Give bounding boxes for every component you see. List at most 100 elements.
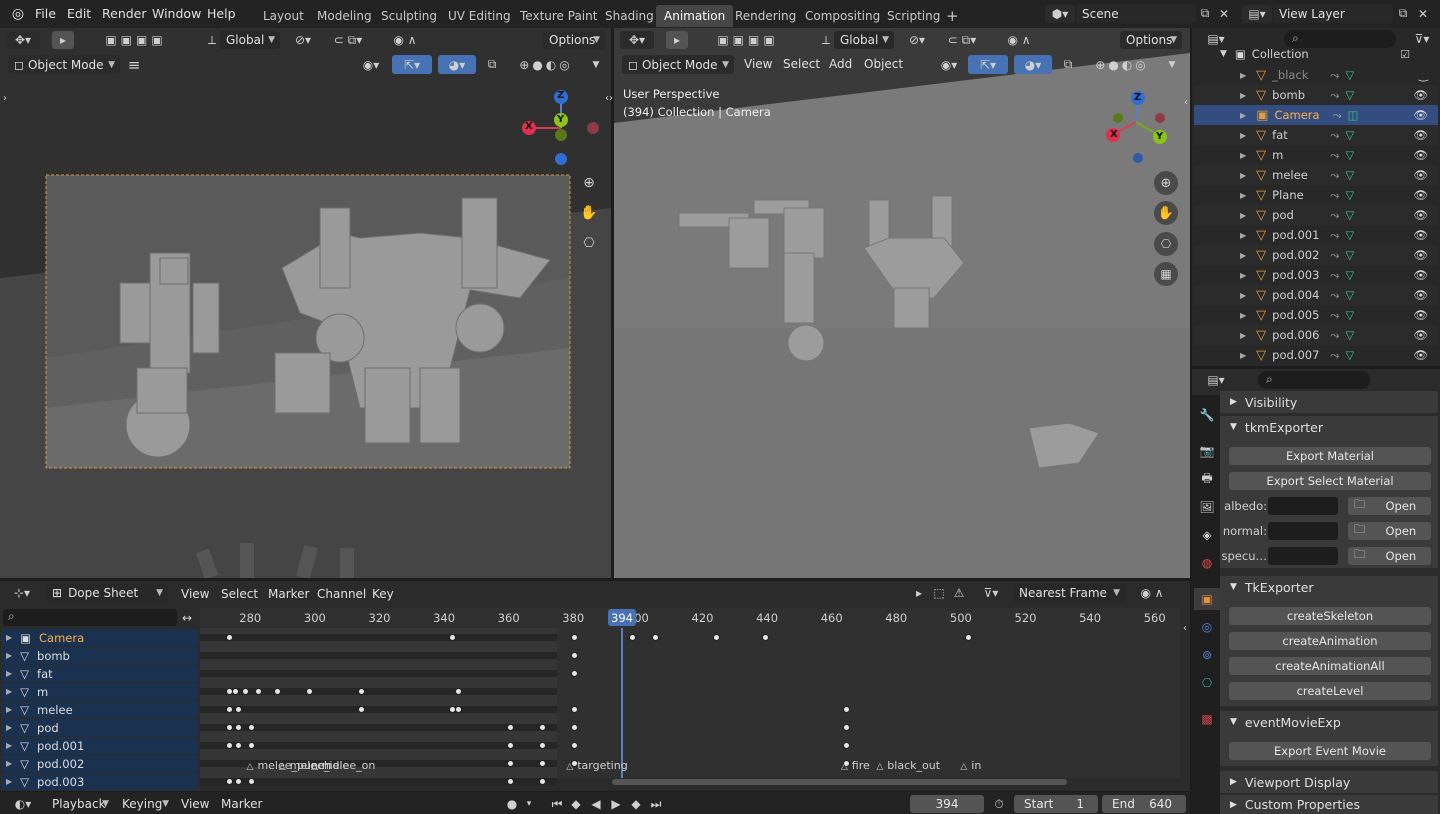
start-frame-field[interactable]: Start 1 <box>1014 795 1098 813</box>
selection-mode-icons[interactable]: ▣▣▣▣ <box>88 31 184 49</box>
timeline-marker[interactable]: △ targeting <box>566 759 627 773</box>
export-select-material-button[interactable]: Export Select Material <box>1229 472 1431 490</box>
blender-logo-icon[interactable]: ◎ <box>8 5 28 23</box>
data-props-tab-icon[interactable]: ⎔ <box>1197 673 1217 693</box>
dopesheet-channel[interactable]: ▶ ▽ m <box>2 683 198 700</box>
select-tool-right-icon[interactable]: ▸ <box>666 31 688 49</box>
jump-end-icon[interactable]: ⏭ <box>647 795 665 813</box>
jump-prev-keyframe-icon[interactable]: ◆ <box>567 795 585 813</box>
channel-expand-icon[interactable]: ▶ <box>6 669 12 678</box>
channel-expand-icon[interactable]: ▶ <box>6 633 12 642</box>
channel-expand-icon[interactable]: ▶ <box>6 723 12 732</box>
snap-mode-select[interactable]: Nearest Frame ▼ <box>1013 584 1125 602</box>
export-event-movie-button[interactable]: Export Event Movie <box>1229 742 1431 760</box>
outliner-item[interactable]: ▶ ▽ m ⤳ ▽ 👁 <box>1194 145 1438 165</box>
tab-animation[interactable]: Animation <box>656 5 734 27</box>
auto-keying-options-icon[interactable]: ▾ <box>522 795 536 813</box>
shading-options-icon[interactable]: ▼ <box>588 55 604 74</box>
outliner-item[interactable]: ▶ ▽ bomb ⤳ ▽ 👁 <box>1194 85 1438 105</box>
add-workspace-button[interactable]: + <box>938 5 967 27</box>
show-hidden-icon[interactable]: ⬚ <box>930 584 948 602</box>
camera-view-right-icon[interactable]: ⎔ <box>1154 232 1178 256</box>
outliner-item[interactable]: ▶ ▽ pod.004 ⤳ ▽ 👁 <box>1194 285 1438 305</box>
filters-icon[interactable]: ⊽▾ <box>974 584 1008 602</box>
keyframe-dot[interactable] <box>506 742 514 749</box>
dopesheet-menu-channel[interactable]: Channel <box>317 587 366 601</box>
outliner-item[interactable]: ▶ ▽ _black ⤳ ▽ ‿ <box>1194 65 1438 85</box>
collection-checkbox-icon[interactable]: ☑ <box>1400 48 1410 61</box>
timeline-marker[interactable]: △ black_out <box>876 759 940 773</box>
texture-path-input[interactable] <box>1268 497 1338 515</box>
timeline-menu-marker[interactable]: Marker <box>221 797 262 811</box>
dopesheet-scrollbar[interactable] <box>612 779 1067 785</box>
create-skeleton-button[interactable]: createSkeleton <box>1229 607 1431 625</box>
keyframe-dot[interactable] <box>225 778 233 785</box>
outliner-item[interactable]: ▶ ▽ pod.001 ⤳ ▽ 👁 <box>1194 225 1438 245</box>
record-keyframe-icon[interactable]: ● <box>502 795 522 813</box>
tab-layout[interactable]: Layout <box>255 5 312 27</box>
eye-icon[interactable]: 👁 <box>1413 208 1428 222</box>
timeline-menu-view[interactable]: View <box>181 797 209 811</box>
menu-add-3d[interactable]: Add <box>829 57 852 71</box>
expand-arrow-icon[interactable]: ▶ <box>1240 331 1246 340</box>
timeline-marker[interactable]: △ fire <box>841 759 870 773</box>
camera-view-icon[interactable]: ⎔ <box>578 233 600 253</box>
dopesheet-channel[interactable]: ▶ ▽ pod.002 <box>2 755 198 772</box>
only-errors-icon[interactable]: ⚠ <box>950 584 968 602</box>
view-layer-field[interactable]: View Layer <box>1273 4 1393 23</box>
dopesheet-sidebar-toggle-icon[interactable]: ‹ <box>1180 620 1190 636</box>
eye-icon[interactable]: 👁 <box>1413 308 1428 322</box>
gizmo-toggle-icon[interactable]: ⇱▾ <box>392 55 432 74</box>
options-left-button[interactable]: Options ▼ <box>543 31 605 49</box>
left-nav-gizmo[interactable] <box>520 88 610 168</box>
eye-icon[interactable]: 👁 <box>1413 128 1428 142</box>
keyframe-dot[interactable] <box>842 742 850 749</box>
keyframe-dot[interactable] <box>761 634 769 641</box>
tab-sculpting[interactable]: Sculpting <box>373 5 445 27</box>
outliner-item[interactable]: ▶ ▣ Camera ⤳ ◫ 👁 <box>1194 105 1438 125</box>
expand-toolbar-icon[interactable]: › <box>0 90 10 106</box>
properties-editor-type-icon[interactable]: ▤▾ <box>1200 371 1232 389</box>
physics-props-tab-icon[interactable]: ◎ <box>1197 617 1217 637</box>
constraints-props-tab-icon[interactable]: ⊚ <box>1197 645 1217 665</box>
menu-object-3d[interactable]: Object <box>864 57 903 71</box>
keyframe-dot[interactable] <box>225 706 233 713</box>
selection-mode-right-icons[interactable]: ▣▣▣▣ <box>700 31 796 49</box>
tk-panel-header[interactable]: ▼ TkExporter <box>1222 576 1438 598</box>
keyframe-dot[interactable] <box>842 724 850 731</box>
expand-arrow-icon[interactable]: ▶ <box>1240 211 1246 220</box>
eye-icon[interactable]: 👁 <box>1413 148 1428 162</box>
keyframe-dot[interactable] <box>225 724 233 731</box>
dopesheet-channel[interactable]: ▶ ▽ pod <box>2 719 198 736</box>
tab-shading[interactable]: Shading <box>597 5 662 27</box>
eye-icon[interactable]: 👁 <box>1413 168 1428 182</box>
keyframe-dot[interactable] <box>448 634 456 641</box>
viewport-display-panel-header[interactable]: ▶ Viewport Display <box>1222 771 1438 793</box>
menu-render[interactable]: Render <box>102 6 147 21</box>
dopesheet-mode-select[interactable]: ⊞ Dope Sheet ▼ <box>46 584 168 602</box>
tab-texture-paint[interactable]: Texture Paint <box>512 5 605 27</box>
pan-hand-right-icon[interactable]: ✋ <box>1154 201 1178 225</box>
outliner-collection-row[interactable]: ▼ ▣ Collection ☑ <box>1194 46 1438 62</box>
expand-arrow-icon[interactable]: ▶ <box>1240 351 1246 360</box>
outliner-item[interactable]: ▶ ▽ fat ⤳ ▽ 👁 <box>1194 125 1438 145</box>
dopesheet-editor-type-icon[interactable]: ⊹▾ <box>4 584 40 602</box>
create-animation-button[interactable]: createAnimation <box>1229 632 1431 650</box>
dopesheet-menu-marker[interactable]: Marker <box>268 587 309 601</box>
eye-icon[interactable]: 👁 <box>1413 328 1428 342</box>
keyframe-dot[interactable] <box>652 634 660 641</box>
eye-icon[interactable]: 👁 <box>1413 288 1428 302</box>
keyframe-dot[interactable] <box>455 688 463 695</box>
tkm-panel-header[interactable]: ▼ tkmExporter <box>1222 416 1438 438</box>
outliner-item[interactable]: ▶ ▽ melee ⤳ ▽ 👁 <box>1194 165 1438 185</box>
event-panel-header[interactable]: ▼ eventMovieExp <box>1222 711 1438 733</box>
new-scene-icon[interactable]: ⧉ <box>1196 4 1214 23</box>
pivot-right-icon[interactable]: ⊘▾ <box>900 31 934 49</box>
stopwatch-icon[interactable]: ⏱ <box>990 795 1008 813</box>
tab-compositing[interactable]: Compositing <box>797 5 888 27</box>
eye-icon[interactable]: ‿ <box>1419 68 1428 82</box>
current-frame-badge[interactable]: 394 <box>608 609 636 626</box>
keyframe-dot[interactable] <box>225 742 233 749</box>
expand-arrow-icon[interactable]: ▶ <box>1240 271 1246 280</box>
playback-menu[interactable]: Playback ▼ <box>46 795 114 813</box>
